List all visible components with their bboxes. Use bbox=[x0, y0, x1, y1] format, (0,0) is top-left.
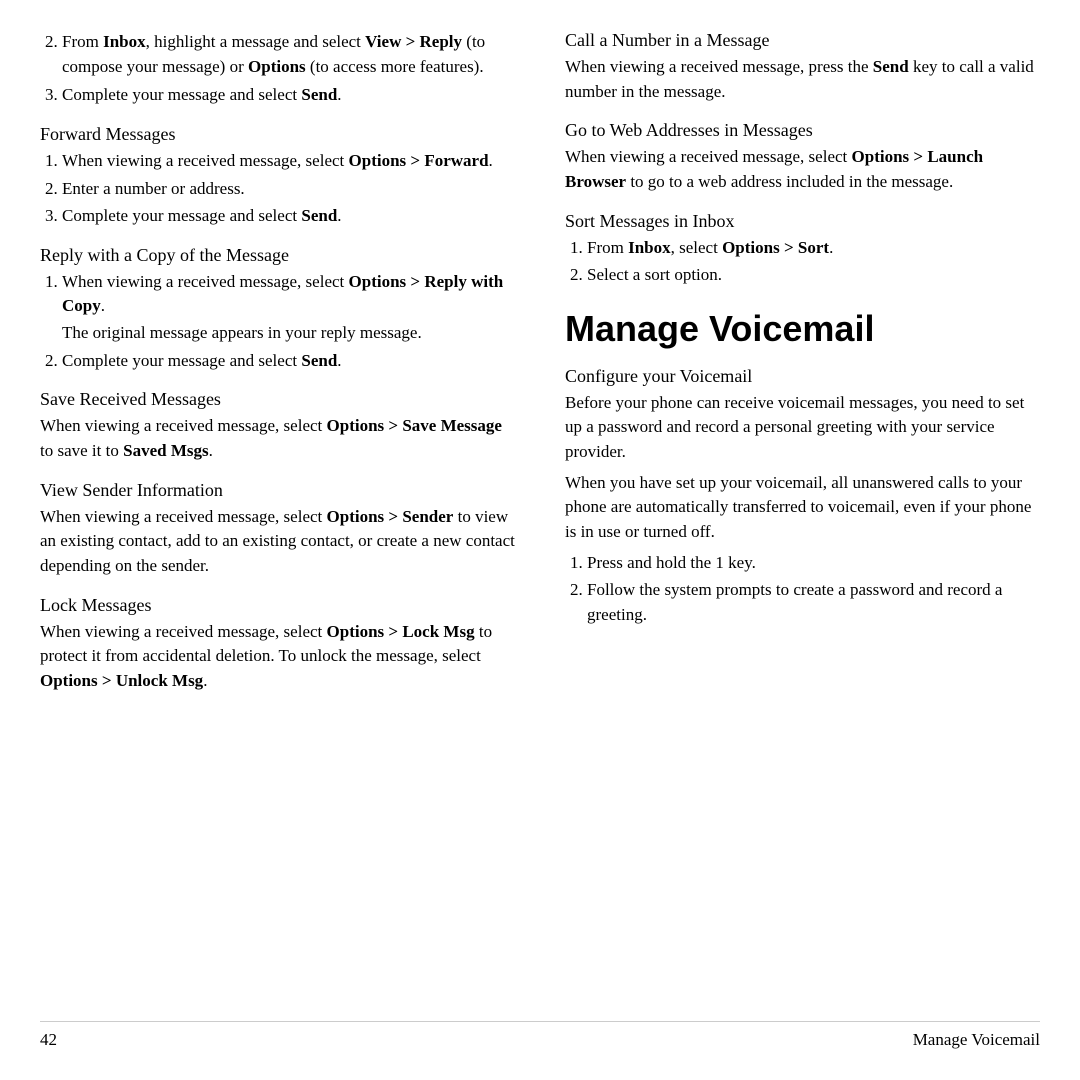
page: From Inbox, highlight a message and sele… bbox=[0, 0, 1080, 1080]
bold-send: Send bbox=[301, 85, 337, 104]
reply-copy-list: When viewing a received message, select … bbox=[62, 270, 515, 374]
left-column: From Inbox, highlight a message and sele… bbox=[40, 30, 525, 1013]
bold-send3: Send bbox=[301, 351, 337, 370]
list-item: From Inbox, highlight a message and sele… bbox=[62, 30, 515, 79]
section-title-web-addresses: Go to Web Addresses in Messages bbox=[565, 120, 1040, 141]
bold-lock-msg: Options > Lock Msg bbox=[327, 622, 475, 641]
list-item: Complete your message and select Send. bbox=[62, 349, 515, 374]
intro-list: From Inbox, highlight a message and sele… bbox=[62, 30, 515, 108]
footer: 42 Manage Voicemail bbox=[40, 1021, 1040, 1050]
bold-view-reply: View > Reply bbox=[365, 32, 462, 51]
section-title-save: Save Received Messages bbox=[40, 389, 515, 410]
bold-sender: Options > Sender bbox=[327, 507, 454, 526]
bold-options: Options bbox=[248, 57, 306, 76]
bold-saved-msgs: Saved Msgs bbox=[123, 441, 208, 460]
web-addresses-text: When viewing a received message, select … bbox=[565, 145, 1040, 194]
bold-launch-browser: Options > Launch Browser bbox=[565, 147, 983, 191]
list-item: Complete your message and select Send. bbox=[62, 83, 515, 108]
footer-page-number: 42 bbox=[40, 1030, 57, 1050]
bold-options-reply-copy: Options > Reply with Copy bbox=[62, 272, 503, 316]
sort-list: From Inbox, select Options > Sort. Selec… bbox=[587, 236, 1040, 288]
list-item: Enter a number or address. bbox=[62, 177, 515, 202]
bold-send2: Send bbox=[301, 206, 337, 225]
list-item: Complete your message and select Send. bbox=[62, 204, 515, 229]
bold-send-key: Send bbox=[873, 57, 909, 76]
sender-text: When viewing a received message, select … bbox=[40, 505, 515, 579]
bold-options-forward: Options > Forward bbox=[349, 151, 489, 170]
list-item: From Inbox, select Options > Sort. bbox=[587, 236, 1040, 261]
bold-unlock-msg: Options > Unlock Msg bbox=[40, 671, 203, 690]
bold-save-message: Options > Save Message bbox=[327, 416, 502, 435]
manage-voicemail-heading: Manage Voicemail bbox=[565, 308, 1040, 350]
configure-voicemail-text1: Before your phone can receive voicemail … bbox=[565, 391, 1040, 465]
list-item: Select a sort option. bbox=[587, 263, 1040, 288]
configure-voicemail-text2: When you have set up your voicemail, all… bbox=[565, 471, 1040, 545]
list-item: Press and hold the 1 key. bbox=[587, 551, 1040, 576]
bold-inbox: Inbox bbox=[103, 32, 146, 51]
forward-list: When viewing a received message, select … bbox=[62, 149, 515, 229]
list-item: When viewing a received message, select … bbox=[62, 149, 515, 174]
section-title-sender: View Sender Information bbox=[40, 480, 515, 501]
content-area: From Inbox, highlight a message and sele… bbox=[40, 30, 1040, 1013]
save-text: When viewing a received message, select … bbox=[40, 414, 515, 463]
section-title-call-number: Call a Number in a Message bbox=[565, 30, 1040, 51]
section-title-sort: Sort Messages in Inbox bbox=[565, 211, 1040, 232]
lock-text: When viewing a received message, select … bbox=[40, 620, 515, 694]
call-number-text: When viewing a received message, press t… bbox=[565, 55, 1040, 104]
bold-options-sort: Options > Sort bbox=[722, 238, 829, 257]
section-title-forward: Forward Messages bbox=[40, 124, 515, 145]
voicemail-setup-list: Press and hold the 1 key. Follow the sys… bbox=[587, 551, 1040, 628]
footer-section-title: Manage Voicemail bbox=[913, 1030, 1040, 1050]
list-item: Follow the system prompts to create a pa… bbox=[587, 578, 1040, 627]
bold-inbox-sort: Inbox bbox=[628, 238, 671, 257]
section-title-lock: Lock Messages bbox=[40, 595, 515, 616]
right-column: Call a Number in a Message When viewing … bbox=[555, 30, 1040, 1013]
section-title-reply-copy: Reply with a Copy of the Message bbox=[40, 245, 515, 266]
list-item: When viewing a received message, select … bbox=[62, 270, 515, 346]
reply-copy-subtext: The original message appears in your rep… bbox=[62, 321, 515, 346]
section-title-configure-voicemail: Configure your Voicemail bbox=[565, 366, 1040, 387]
